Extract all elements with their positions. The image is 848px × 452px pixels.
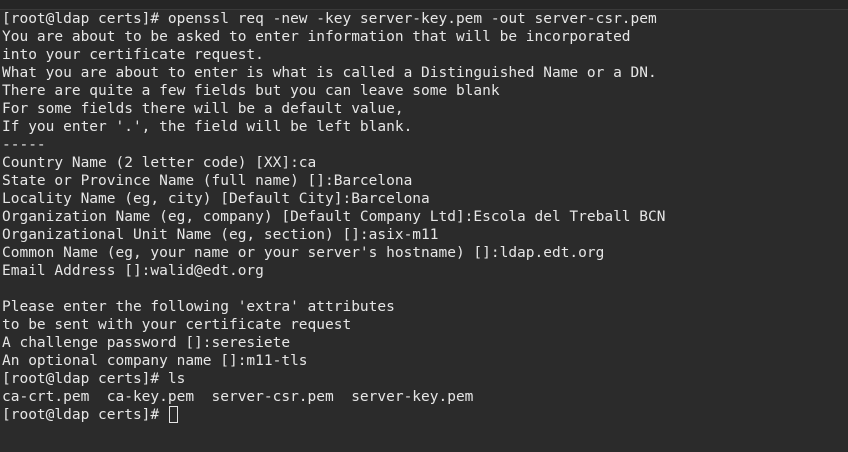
terminal-line: What you are about to enter is what is c… [2, 65, 657, 81]
terminal-line: Country Name (2 letter code) [XX]:ca [2, 155, 317, 171]
terminal-line: ca-crt.pem ca-key.pem server-csr.pem ser… [2, 389, 474, 405]
terminal-line: There are quite a few fields but you can… [2, 83, 500, 99]
terminal-line: For some fields there will be a default … [2, 101, 404, 117]
terminal-line: An optional company name []:m11-tls [2, 353, 308, 369]
prompt-line[interactable]: [root@ldap certs]# [2, 406, 665, 424]
terminal-line: into your certificate request. [2, 47, 264, 63]
terminal-line: Please enter the following 'extra' attri… [2, 299, 395, 315]
terminal-line: Common Name (eg, your name or your serve… [2, 245, 605, 261]
terminal-line: Email Address []:walid@edt.org [2, 263, 264, 279]
terminal-line: State or Province Name (full name) []:Ba… [2, 173, 413, 189]
terminal-line: A challenge password []:seresiete [2, 335, 291, 351]
terminal-line: Organizational Unit Name (eg, section) [… [2, 227, 439, 243]
terminal-window[interactable]: [root@ldap certs]# openssl req -new -key… [0, 0, 848, 452]
terminal-line: If you enter '.', the field will be left… [2, 119, 413, 135]
terminal-line: [root@ldap certs]# openssl req -new -key… [2, 11, 657, 27]
terminal-line: Organization Name (eg, company) [Default… [2, 209, 666, 225]
terminal-line: to be sent with your certificate request [2, 317, 352, 333]
terminal-line: You are about to be asked to enter infor… [2, 29, 631, 45]
terminal-output: [root@ldap certs]# openssl req -new -key… [2, 10, 665, 424]
terminal-line: ----- [2, 137, 46, 153]
text-cursor[interactable] [168, 406, 178, 423]
terminal-line: [root@ldap certs]# ls [2, 371, 186, 387]
shell-prompt: [root@ldap certs]# [2, 407, 168, 423]
window-top-edge [0, 0, 848, 10]
terminal-line: Locality Name (eg, city) [Default City]:… [2, 191, 430, 207]
